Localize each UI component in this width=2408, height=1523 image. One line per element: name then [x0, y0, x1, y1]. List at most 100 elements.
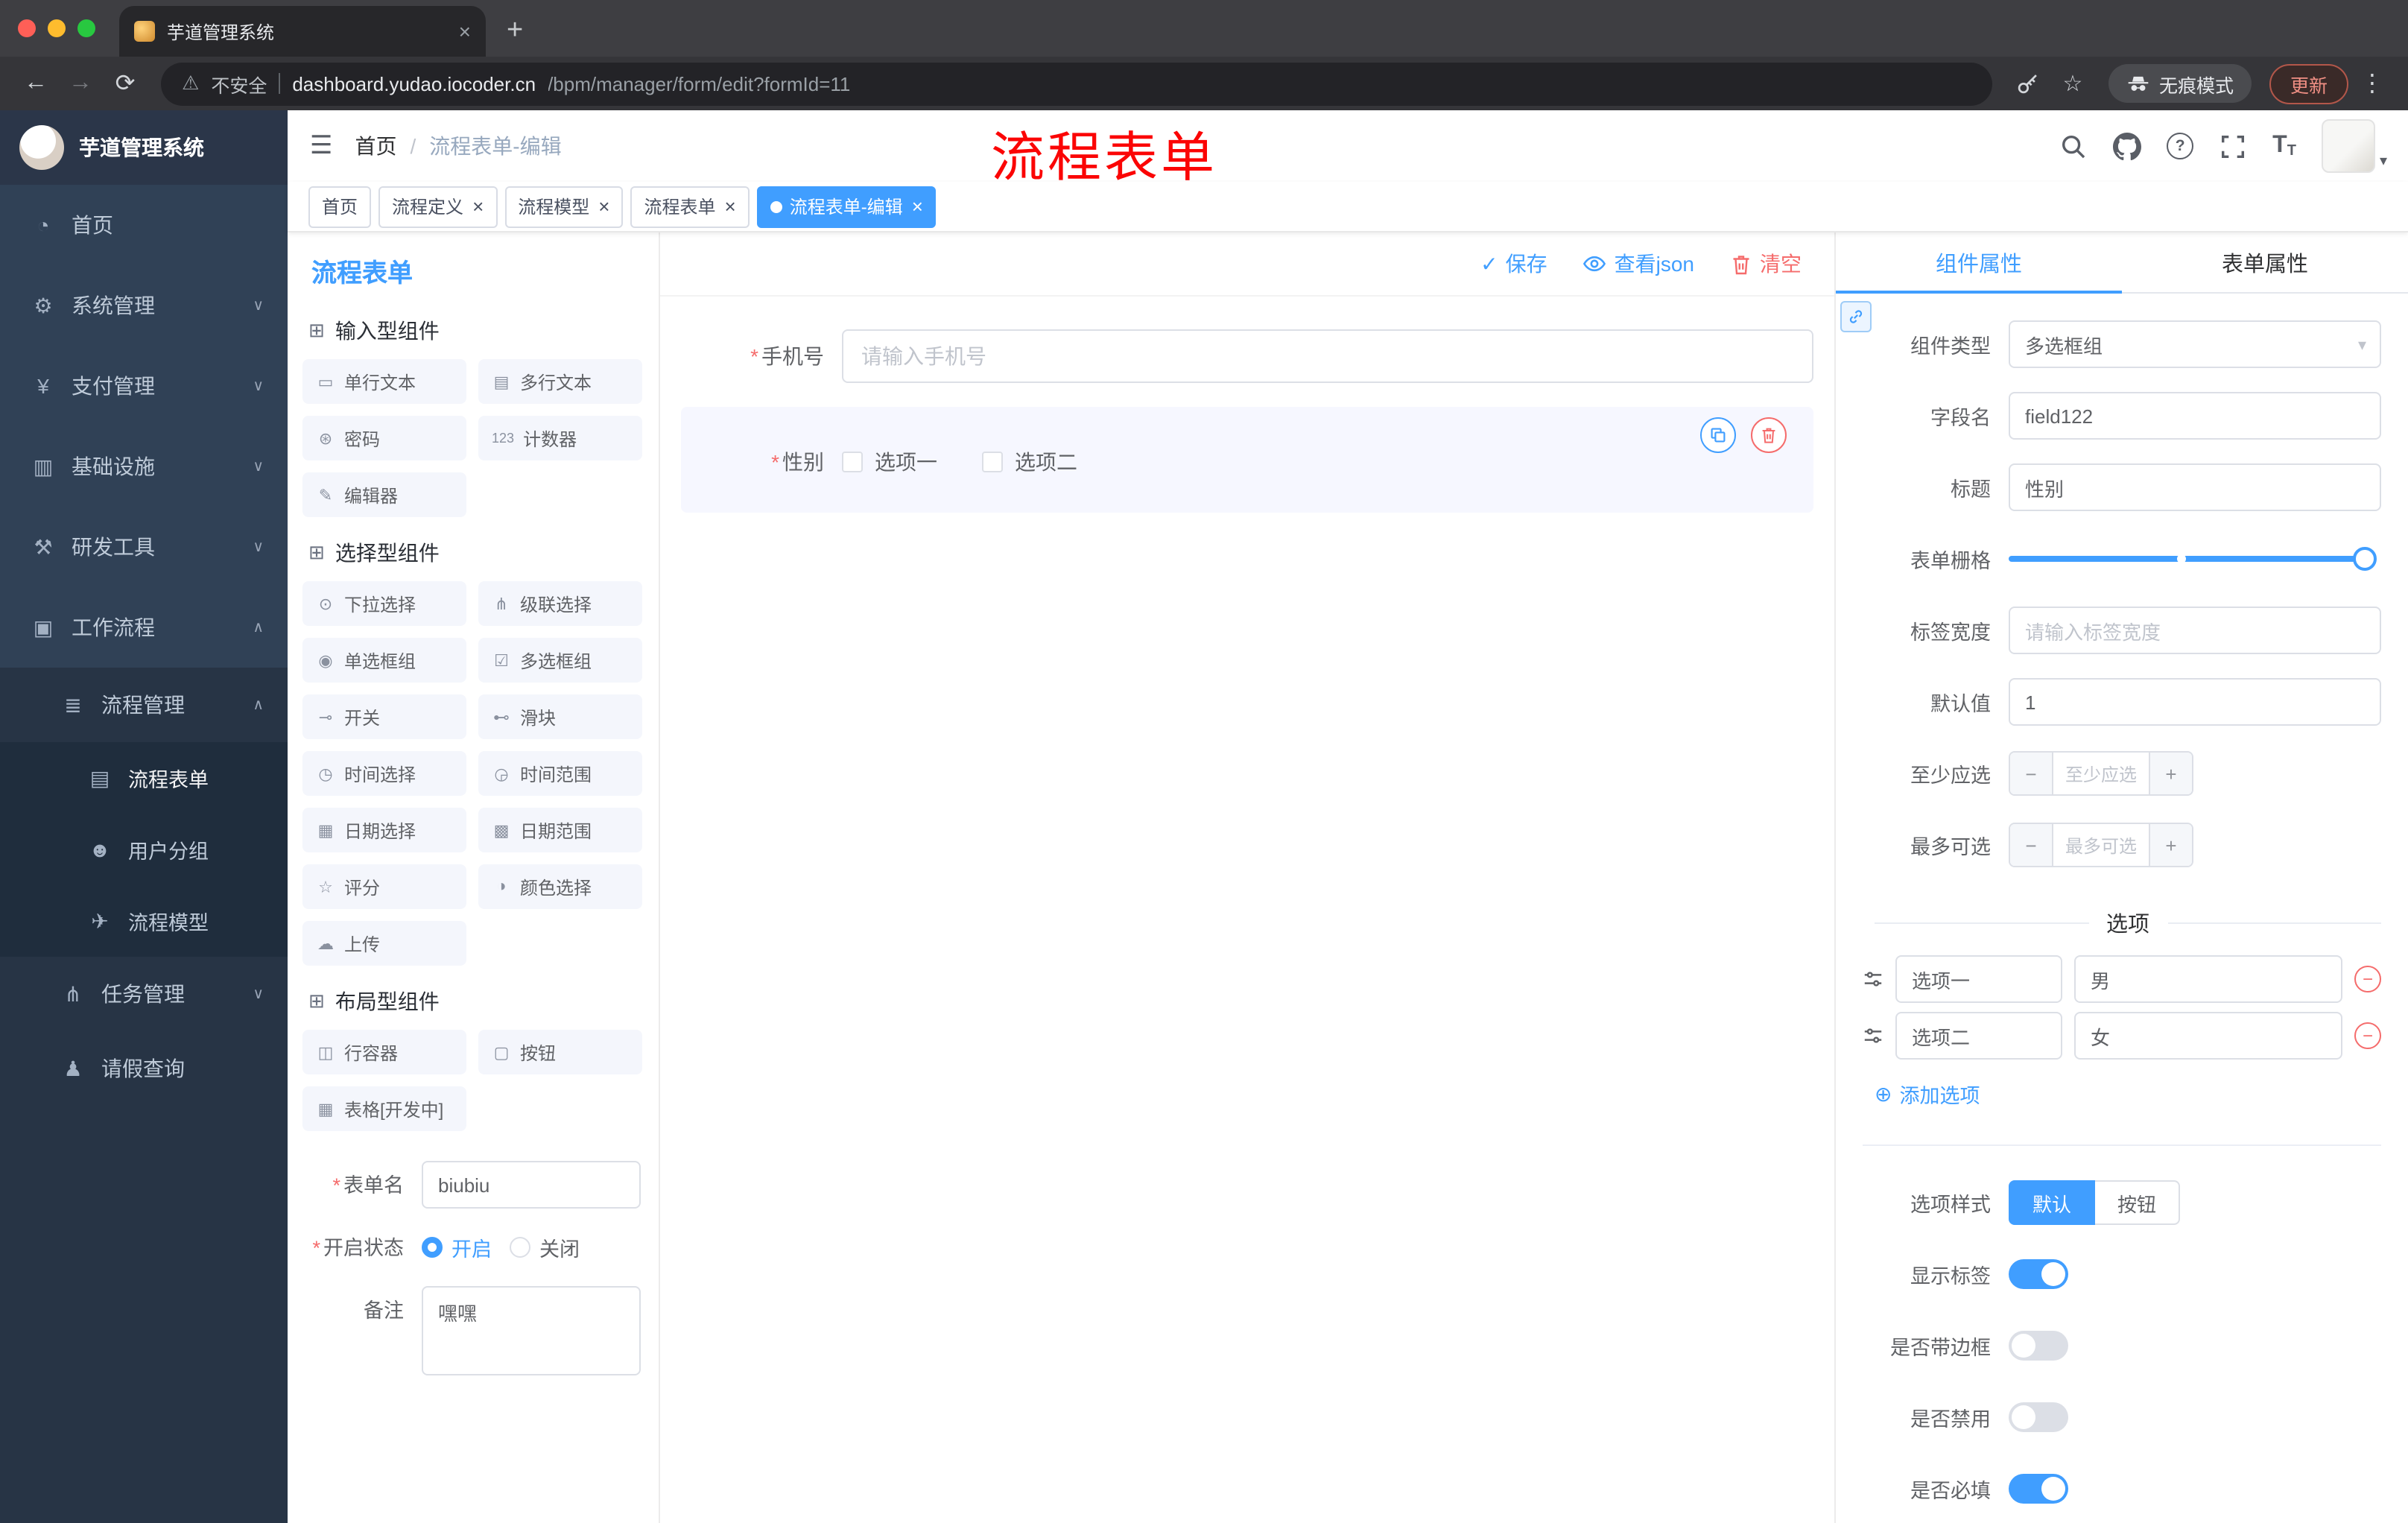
remove-option-button[interactable]: −: [2354, 966, 2381, 992]
stepper-value[interactable]: 至少应选: [2053, 753, 2149, 794]
tag-home[interactable]: 首页: [308, 186, 372, 227]
palette-item-row-container[interactable]: ◫ 行容器: [302, 1030, 466, 1074]
tag-process-model[interactable]: 流程模型 ×: [504, 186, 624, 227]
tag-close-icon[interactable]: ×: [725, 195, 736, 218]
palette-item-date-range[interactable]: ▩ 日期范围: [478, 808, 642, 852]
remove-option-button[interactable]: −: [2354, 1022, 2381, 1049]
component-type-select[interactable]: 多选框组 ▾: [2009, 320, 2381, 368]
palette-item-button[interactable]: ▢ 按钮: [478, 1030, 642, 1074]
phone-input[interactable]: 请输入手机号: [842, 329, 1813, 383]
window-close-button[interactable]: [18, 19, 36, 37]
label-width-input[interactable]: 请输入标签宽度: [2009, 607, 2381, 654]
sidebar-item-process-form[interactable]: ▤ 流程表单: [0, 742, 288, 814]
add-option-button[interactable]: ⊕ 添加选项: [1875, 1079, 2381, 1109]
tag-close-icon[interactable]: ×: [912, 195, 923, 218]
option-value-input[interactable]: 女: [2074, 1012, 2342, 1060]
palette-item-upload[interactable]: ☁ 上传: [302, 921, 466, 966]
hamburger-icon[interactable]: ☰: [288, 131, 355, 161]
drag-handle-icon[interactable]: [1863, 1025, 1883, 1046]
tab-close-icon[interactable]: ×: [459, 19, 471, 43]
sidebar-item-devtools[interactable]: ⚒ 研发工具 ∨: [0, 507, 288, 587]
help-icon[interactable]: ?: [2167, 133, 2194, 159]
palette-item-textarea[interactable]: ▤ 多行文本: [478, 359, 642, 404]
stepper-value[interactable]: 最多可选: [2053, 824, 2149, 866]
slider-handle[interactable]: [2353, 547, 2377, 571]
style-default-button[interactable]: 默认: [2009, 1180, 2096, 1225]
sidebar-logo[interactable]: 芋道管理系统: [0, 110, 288, 185]
palette-item-cascader[interactable]: ⋔ 级联选择: [478, 581, 642, 626]
address-bar[interactable]: ⚠ 不安全 dashboard.yudao.iocoder.cn /bpm/ma…: [161, 62, 1992, 105]
tag-process-definition[interactable]: 流程定义 ×: [378, 186, 498, 227]
github-icon[interactable]: [2113, 132, 2142, 160]
tag-process-form[interactable]: 流程表单 ×: [630, 186, 750, 227]
fullscreen-icon[interactable]: [2219, 132, 2247, 160]
palette-item-slider[interactable]: ⊷ 滑块: [478, 694, 642, 739]
sidebar-item-payment[interactable]: ¥ 支付管理 ∨: [0, 346, 288, 426]
sidebar-item-workflow[interactable]: ▣ 工作流程 ∧: [0, 587, 288, 668]
sidebar-item-user-group[interactable]: ☻ 用户分组: [0, 814, 288, 885]
field-name-input[interactable]: field122: [2009, 392, 2381, 440]
password-key-icon[interactable]: [2007, 63, 2049, 104]
chrome-update-button[interactable]: 更新: [2269, 63, 2348, 104]
clear-button[interactable]: 清空: [1730, 249, 1802, 279]
stepper-increase-button[interactable]: +: [2149, 753, 2192, 794]
reload-button[interactable]: ⟳: [104, 63, 146, 104]
browser-menu-icon[interactable]: ⋮: [2351, 63, 2393, 104]
sidebar-item-process-management[interactable]: ≣ 流程管理 ∧: [0, 668, 288, 742]
disabled-toggle[interactable]: [2009, 1402, 2068, 1432]
palette-item-single-text[interactable]: ▭ 单行文本: [302, 359, 466, 404]
option-value-input[interactable]: 男: [2074, 955, 2342, 1003]
form-remark-textarea[interactable]: 嘿嘿: [422, 1286, 641, 1375]
stepper-decrease-button[interactable]: −: [2010, 753, 2053, 794]
grid-slider[interactable]: [2009, 547, 2377, 571]
selected-widget-gender[interactable]: * 性别 选项一 选项二: [681, 407, 1813, 513]
tab-form-props[interactable]: 表单属性: [2122, 232, 2408, 292]
option-label-input[interactable]: 选项二: [1895, 1012, 2062, 1060]
forward-button[interactable]: →: [60, 63, 101, 104]
palette-item-select[interactable]: ⊙ 下拉选择: [302, 581, 466, 626]
tag-close-icon[interactable]: ×: [598, 195, 609, 218]
search-icon[interactable]: [2059, 132, 2088, 160]
status-off-radio[interactable]: 关闭: [510, 1232, 580, 1262]
gender-option2-checkbox[interactable]: 选项二: [982, 447, 1077, 477]
window-zoom-button[interactable]: [77, 19, 95, 37]
bookmark-star-icon[interactable]: ☆: [2052, 63, 2094, 104]
palette-item-time-range[interactable]: ◶ 时间范围: [478, 751, 642, 796]
sidebar-item-process-model[interactable]: ✈ 流程模型: [0, 885, 288, 957]
title-input[interactable]: 性别: [2009, 463, 2381, 511]
user-avatar-menu[interactable]: ▾: [2321, 119, 2387, 173]
palette-item-counter[interactable]: 123 计数器: [478, 416, 642, 460]
save-button[interactable]: ✓ 保存: [1480, 249, 1547, 279]
window-minimize-button[interactable]: [48, 19, 66, 37]
show-label-toggle[interactable]: [2009, 1259, 2068, 1289]
tag-close-icon[interactable]: ×: [472, 195, 484, 218]
palette-item-date-picker[interactable]: ▦ 日期选择: [302, 808, 466, 852]
browser-tab[interactable]: 芋道管理系统 ×: [119, 6, 486, 57]
font-size-icon[interactable]: TT: [2272, 133, 2296, 159]
palette-item-color-picker[interactable]: ◑ 颜色选择: [478, 864, 642, 909]
breadcrumb-home[interactable]: 首页: [355, 131, 397, 161]
new-tab-button[interactable]: +: [507, 15, 523, 48]
gender-option1-checkbox[interactable]: 选项一: [842, 447, 937, 477]
stepper-increase-button[interactable]: +: [2149, 824, 2192, 866]
palette-item-editor[interactable]: ✎ 编辑器: [302, 472, 466, 517]
tab-component-props[interactable]: 组件属性: [1836, 232, 2122, 294]
sidebar-item-infrastructure[interactable]: ▥ 基础设施 ∨: [0, 426, 288, 507]
form-name-input[interactable]: biubiu: [422, 1161, 641, 1209]
sidebar-item-home[interactable]: ◔ 首页: [0, 185, 288, 265]
delete-widget-button[interactable]: [1751, 417, 1787, 453]
palette-item-table[interactable]: ▦ 表格[开发中]: [302, 1086, 466, 1131]
tag-process-form-edit[interactable]: 流程表单-编辑 ×: [756, 186, 937, 227]
required-toggle[interactable]: [2009, 1474, 2068, 1504]
palette-item-time-picker[interactable]: ◷ 时间选择: [302, 751, 466, 796]
palette-item-radio-group[interactable]: ◉ 单选框组: [302, 638, 466, 683]
view-json-button[interactable]: 查看json: [1583, 249, 1694, 279]
palette-item-rate[interactable]: ☆ 评分: [302, 864, 466, 909]
status-on-radio[interactable]: 开启: [422, 1232, 492, 1262]
sidebar-item-leave-query[interactable]: ♟ 请假查询: [0, 1031, 288, 1106]
palette-item-switch[interactable]: ⊸ 开关: [302, 694, 466, 739]
border-toggle[interactable]: [2009, 1331, 2068, 1361]
palette-item-checkbox-group[interactable]: ☑ 多选框组: [478, 638, 642, 683]
palette-item-password[interactable]: ⊛ 密码: [302, 416, 466, 460]
stepper-decrease-button[interactable]: −: [2010, 824, 2053, 866]
